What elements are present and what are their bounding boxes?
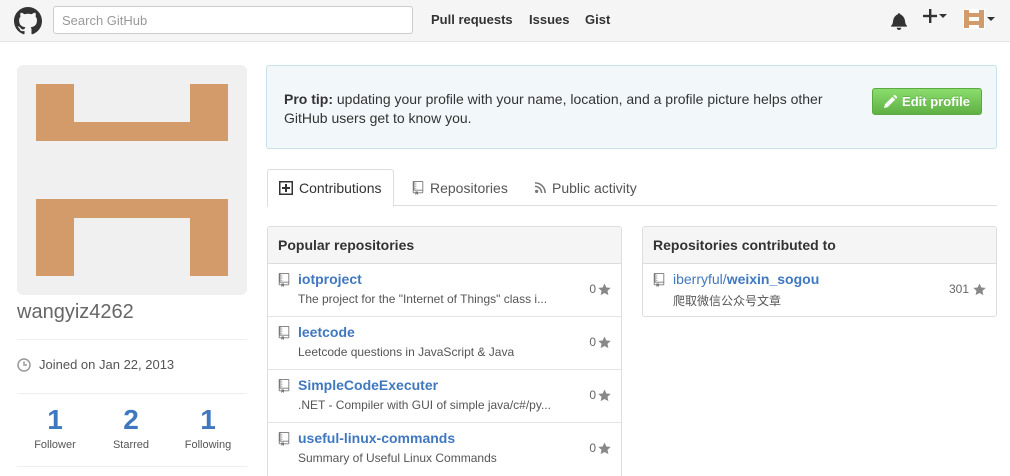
identicon-image [36,84,228,276]
repo-icon [278,379,290,393]
tab-repositories-label: Repositories [430,179,508,196]
new-menu-button[interactable] [923,9,947,23]
star-icon [598,441,611,454]
tab-repositories[interactable]: Repositories [401,169,519,206]
clock-icon [17,357,31,372]
tab-public-activity-label: Public activity [552,179,637,196]
rss-icon [535,182,546,193]
popular-repositories-title: Popular repositories [268,227,621,264]
repo-icon [278,432,290,446]
list-item[interactable]: iberryful/weixin_sogou 爬取微信公众号文章 301 [643,264,996,316]
followers-label: Follower [34,439,76,451]
tab-contributions[interactable]: Contributions [267,169,394,207]
pro-tip-text: Pro tip: updating your profile with your… [284,90,844,128]
contributed-repositories-title: Repositories contributed to [643,227,996,264]
repo-description: 爬取微信公众号文章 [673,294,782,308]
star-icon [598,335,611,348]
divider [17,339,247,340]
following-stat[interactable]: 1 Following [170,404,246,452]
chevron-down-icon [939,14,947,18]
starred-stat[interactable]: 2 Starred [93,404,169,452]
list-item[interactable]: useful-linux-commands Summary of Useful … [268,423,621,476]
avatar-icon [963,9,985,29]
joined-date: Joined on Jan 22, 2013 [17,357,174,372]
repo-name-link[interactable]: leetcode [298,324,355,340]
star-count: 0 [589,282,596,296]
following-count: 1 [200,404,216,435]
chevron-down-icon [987,17,995,21]
search-input[interactable] [53,6,413,34]
pro-tip-message: updating your profile with your name, lo… [284,91,823,126]
repo-owner: iberryful/ [673,271,727,287]
list-item[interactable]: leetcode Leetcode questions in JavaScrip… [268,317,621,370]
contributed-repositories-box: Repositories contributed to iberryful/we… [642,226,997,317]
repo-icon [412,180,424,195]
divider [17,393,247,394]
repo-name-link[interactable]: SimpleCodeExecuter [298,377,438,393]
tab-public-activity[interactable]: Public activity [524,169,648,206]
plus-square-icon [279,181,293,195]
star-icon [598,282,611,295]
star-icon [598,388,611,401]
repo-icon [278,326,290,340]
pro-tip-label: Pro tip: [284,91,333,107]
profile-avatar[interactable] [17,65,247,295]
repo-description: .NET - Compiler with GUI of simple java/… [298,398,551,412]
repo-icon [278,273,290,287]
nav-pull-requests[interactable]: Pull requests [431,12,513,27]
edit-profile-button[interactable]: Edit profile [872,88,982,115]
repo-name-link[interactable]: useful-linux-commands [298,430,455,446]
star-count: 0 [589,335,596,349]
plus-icon [923,9,937,23]
nav-issues[interactable]: Issues [529,12,569,27]
profile-username: wangyiz4262 [17,301,134,323]
star-count: 0 [589,388,596,402]
repo-description: Leetcode questions in JavaScript & Java [298,345,515,359]
repo-title: weixin_sogou [726,271,820,287]
repo-stars: 0 [589,335,611,349]
repo-name-link[interactable]: iotproject [298,271,362,287]
star-count: 0 [589,441,596,455]
profile-tabs: Contributions Repositories Public activi… [267,169,997,207]
edit-profile-label: Edit profile [902,94,970,109]
repo-description: The project for the "Internet of Things"… [298,292,548,306]
repo-name-link[interactable]: iberryful/weixin_sogou [673,271,819,287]
pencil-icon [884,95,898,108]
repo-stars: 0 [589,388,611,402]
bell-icon[interactable] [891,12,907,30]
divider [17,466,247,467]
tab-contributions-label: Contributions [299,180,382,196]
star-count: 301 [948,282,969,296]
repo-icon [653,273,665,287]
repo-stars: 0 [589,282,611,296]
starred-count: 2 [123,404,139,435]
following-label: Following [184,439,232,451]
list-item[interactable]: iotproject The project for the "Internet… [268,264,621,317]
repo-description: Summary of Useful Linux Commands [298,451,497,465]
user-menu-button[interactable] [963,9,995,29]
followers-stat[interactable]: 1 Follower [17,404,93,452]
repo-stars: 0 [589,441,611,455]
nav-gist[interactable]: Gist [585,12,610,27]
star-icon [973,282,986,295]
top-header: Pull requests Issues Gist [0,0,1010,42]
popular-repositories-box: Popular repositories iotproject The proj… [267,226,622,476]
followers-count: 1 [47,404,63,435]
joined-text: Joined on Jan 22, 2013 [39,357,175,372]
repo-stars: 301 [949,282,986,296]
pro-tip-banner: Pro tip: updating your profile with your… [266,65,997,149]
starred-label: Starred [112,439,150,451]
list-item[interactable]: SimpleCodeExecuter .NET - Compiler with … [268,370,621,423]
github-logo-icon[interactable] [14,7,42,35]
